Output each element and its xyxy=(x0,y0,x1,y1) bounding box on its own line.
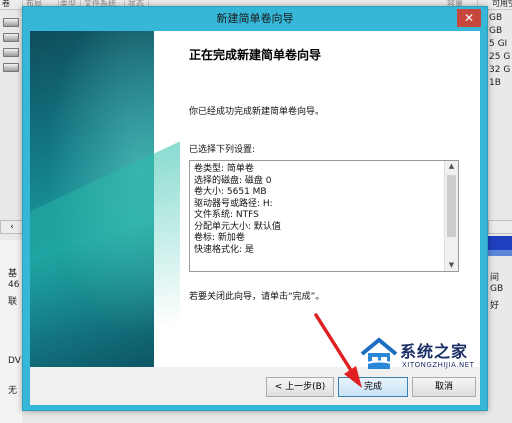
selected-settings-label: 已选择下列设置: xyxy=(189,145,256,155)
scroll-up-arrow-icon[interactable]: ▲ xyxy=(445,161,458,172)
setting-quick-format: 快速格式化: 是 xyxy=(194,244,254,255)
horizontal-scrollbar-right[interactable] xyxy=(488,220,512,234)
watermark-subtitle: XITONGZHIJIA.NET xyxy=(402,361,475,369)
scroll-down-arrow-icon[interactable]: ▼ xyxy=(445,260,458,271)
free-space-value: 32 G xyxy=(489,65,511,75)
volume-free-space-column: GB GB 5 GI 25 G 32 G 1B xyxy=(488,12,512,90)
house-logo-icon xyxy=(359,337,399,369)
setting-allocation-unit: 分配单元大小: 默认值 xyxy=(194,221,281,232)
free-space-value: 1B xyxy=(489,78,501,88)
column-header-volume[interactable]: 卷 xyxy=(0,0,23,9)
disk-status-fragment: 联 xyxy=(8,297,18,307)
settings-summary-listbox[interactable]: 卷类型: 简单卷 选择的磁盘: 磁盘 0 卷大小: 5651 MB 驱动器号或路… xyxy=(189,160,459,272)
dvd-label-fragment: DV xyxy=(8,356,21,366)
drive-icon xyxy=(3,48,19,57)
partition-size-fragment: GB xyxy=(490,284,504,294)
close-icon: ✕ xyxy=(463,11,475,25)
free-space-value: 25 G xyxy=(489,52,511,62)
site-watermark: 系统之家 XITONGZHIJIA.NET xyxy=(352,334,512,374)
close-instruction: 若要关闭此向导，请单击“完成”。 xyxy=(189,292,325,302)
disk-size-fragment: 46 xyxy=(8,280,20,290)
setting-volume-type: 卷类型: 简单卷 xyxy=(194,164,254,174)
listbox-vertical-scrollbar[interactable]: ▲ ▼ xyxy=(444,161,458,271)
close-button[interactable]: ✕ xyxy=(457,9,481,27)
disk-label-fragment: 基 xyxy=(8,269,18,279)
drive-icon xyxy=(3,18,19,27)
column-header-free-space[interactable]: 可用空间 xyxy=(490,0,512,9)
watermark-title: 系统之家 xyxy=(400,342,469,361)
no-media-fragment: 无 xyxy=(8,386,18,396)
completion-message: 你已经成功完成新建简单卷向导。 xyxy=(189,107,325,117)
finish-button[interactable]: 完成 xyxy=(338,377,408,397)
setting-file-system: 文件系统: NTFS xyxy=(194,210,259,220)
setting-drive-letter: 驱动器号或路径: H: xyxy=(194,198,273,209)
free-space-value: 5 GI xyxy=(489,39,508,49)
partition-status-fragment: 好 xyxy=(490,301,500,311)
free-space-value: GB xyxy=(489,13,503,23)
partition-bar-secondary xyxy=(486,250,512,256)
setting-volume-label: 卷标: 新加卷 xyxy=(194,233,245,243)
free-space-value: GB xyxy=(489,26,503,36)
wizard-side-banner xyxy=(30,31,154,367)
wizard-content: 正在完成新建简单卷向导 你已经成功完成新建简单卷向导。 已选择下列设置: 卷类型… xyxy=(30,31,480,367)
setting-selected-disk: 选择的磁盘: 磁盘 0 xyxy=(194,175,272,186)
partition-space-fragment: 间 xyxy=(490,273,500,283)
scroll-thumb[interactable] xyxy=(447,175,456,237)
volume-list-icons xyxy=(0,12,22,78)
dialog-title: 新建简单卷向导 xyxy=(216,12,294,25)
drive-icon xyxy=(3,33,19,42)
cancel-button[interactable]: 取消 xyxy=(412,377,476,397)
setting-volume-size: 卷大小: 5651 MB xyxy=(194,187,267,197)
horizontal-scrollbar-left[interactable]: ‹ xyxy=(0,220,24,234)
back-button[interactable]: < 上一步(B) xyxy=(266,377,334,397)
drive-icon xyxy=(3,63,19,72)
partition-bar-primary xyxy=(486,236,512,250)
wizard-page-heading: 正在完成新建简单卷向导 xyxy=(189,48,322,62)
